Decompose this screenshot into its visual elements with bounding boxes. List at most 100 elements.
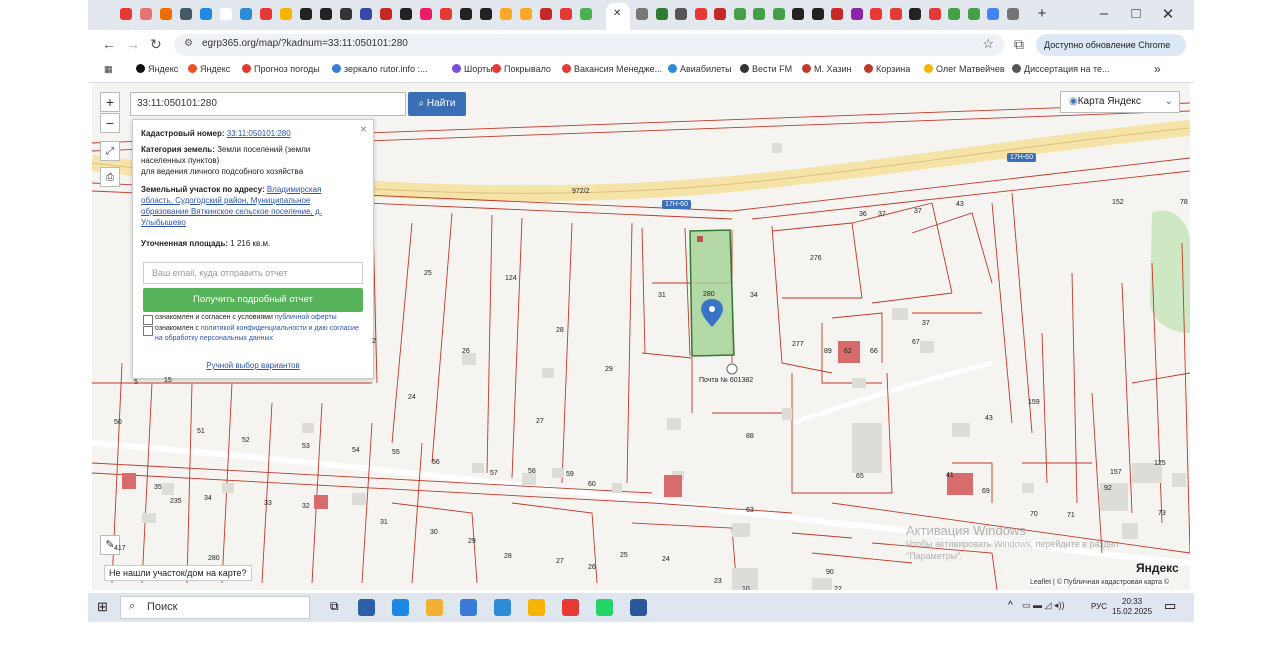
taskbar-app-icon[interactable] [596, 599, 613, 616]
tab-favicon-icon[interactable] [280, 8, 292, 20]
taskbar-app-icon[interactable] [426, 599, 443, 616]
taskbar-app-icon[interactable] [562, 599, 579, 616]
tab-favicon-icon[interactable] [928, 8, 941, 20]
tab-active[interactable]: ✕ [606, 3, 630, 30]
tab-favicon-icon[interactable] [655, 8, 668, 20]
tab-favicon-icon[interactable] [540, 8, 552, 20]
tab-favicon-icon[interactable] [520, 8, 532, 20]
tab-favicon-icon[interactable] [753, 8, 765, 20]
taskbar-app-icon[interactable] [392, 599, 409, 616]
tab-favicon-icon[interactable] [580, 8, 592, 20]
tab-favicon-icon[interactable] [560, 8, 572, 20]
tab-favicon-icon[interactable] [140, 8, 152, 20]
bookmark-item[interactable]: зеркало rutor.info :... [332, 64, 428, 74]
chrome-update-button[interactable]: Доступно обновление Chrome [1036, 34, 1186, 56]
forward-icon[interactable]: → [126, 36, 140, 52]
find-button[interactable]: ⌕ Найти [408, 92, 466, 116]
bookmark-item[interactable]: Вакансия Менедже... [562, 64, 662, 74]
email-field[interactable]: Ваш email, куда отправить отчет [143, 262, 363, 284]
bookmark-item[interactable]: Шорты [452, 64, 493, 74]
tab-favicon-icon[interactable] [811, 8, 824, 20]
print-icon[interactable]: ⎙ [100, 167, 120, 187]
bookmarks-more-button[interactable]: » [1154, 62, 1161, 76]
tab-favicon-icon[interactable] [340, 8, 352, 20]
language-indicator[interactable]: РУС [1091, 602, 1107, 611]
zoom-in-button[interactable]: + [100, 92, 120, 112]
tab-favicon-icon[interactable] [772, 8, 785, 20]
tab-favicon-icon[interactable] [948, 8, 960, 20]
tab-favicon-icon[interactable] [220, 8, 232, 20]
zoom-out-button[interactable]: − [100, 113, 120, 133]
notification-icon[interactable]: ▭ [1164, 598, 1176, 614]
cadastral-link[interactable]: 33:11:050101:280 [227, 129, 291, 138]
tab-favicon-icon[interactable] [500, 8, 512, 20]
tab-favicon-icon[interactable] [675, 8, 687, 20]
tab-favicon-icon[interactable] [694, 8, 707, 20]
tab-favicon-icon[interactable] [909, 8, 921, 20]
tab-favicon-icon[interactable] [987, 8, 999, 20]
fullscreen-icon[interactable]: ⤢ [100, 141, 120, 161]
get-report-button[interactable]: Получить подробный отчет [143, 288, 363, 312]
tab-favicon-icon[interactable] [240, 8, 252, 20]
tab-favicon-icon[interactable] [870, 8, 882, 20]
cadastral-search-input[interactable]: 33:11:050101:280 [130, 92, 406, 116]
tab-favicon-icon[interactable] [967, 8, 980, 20]
bookmark-item[interactable]: Яндекс [188, 64, 230, 74]
bookmark-item[interactable]: Покрывало [492, 64, 551, 74]
tab-favicon-icon[interactable] [714, 8, 726, 20]
taskbar-app-icon[interactable] [358, 599, 375, 616]
tab-favicon-icon[interactable] [636, 8, 648, 20]
tab-favicon-icon[interactable] [320, 8, 332, 20]
tab-favicon-icon[interactable] [200, 8, 212, 20]
reload-icon[interactable]: ↻ [150, 36, 162, 53]
bookmark-item[interactable]: М. Хазин [802, 64, 852, 74]
tab-favicon-icon[interactable] [160, 8, 172, 20]
tab-favicon-icon[interactable] [850, 8, 863, 20]
close-window-button[interactable]: ✕ [1154, 5, 1182, 23]
bookmark-item[interactable]: Диссертация на те... [1012, 64, 1110, 74]
close-icon[interactable]: × [360, 122, 367, 136]
site-info-icon[interactable]: ⚙ [184, 38, 193, 49]
bookmark-item[interactable]: Яндекс [136, 64, 178, 74]
windows-start-icon[interactable]: ⊞ [97, 599, 108, 615]
new-tab-button[interactable]: + [1028, 5, 1056, 22]
minimize-button[interactable]: – [1090, 5, 1118, 22]
tab-favicon-icon[interactable] [420, 8, 432, 20]
tab-favicon-icon[interactable] [460, 8, 472, 20]
tray-chevron-icon[interactable]: ^ [1008, 600, 1013, 611]
bookmark-item[interactable]: Олег Матвейчев [924, 64, 1005, 74]
consent-privacy-checkbox[interactable] [143, 326, 153, 336]
tab-favicon-icon[interactable] [120, 8, 132, 20]
tab-favicon-icon[interactable] [1006, 8, 1019, 20]
tab-favicon-icon[interactable] [380, 8, 392, 20]
tab-favicon-icon[interactable] [300, 8, 312, 20]
offer-link[interactable]: публичной оферты [275, 314, 337, 321]
tab-close-icon[interactable]: ✕ [613, 8, 621, 19]
bookmark-item[interactable]: Корзина [864, 64, 910, 74]
tab-favicon-icon[interactable] [400, 8, 412, 20]
taskbar-app-icon[interactable] [494, 599, 511, 616]
cadastral-map[interactable]: + − ⤢ ⎙ 33:11:050101:280 ⌕ Найти ◉Карта … [92, 83, 1190, 590]
bookmark-item[interactable]: Вести FM [740, 64, 792, 74]
manual-select-link[interactable]: Ручной выбор вариантов [206, 361, 299, 370]
tab-favicon-icon[interactable] [180, 8, 192, 20]
back-icon[interactable]: ← [102, 36, 116, 52]
consent-offer-checkbox[interactable] [143, 315, 153, 325]
taskbar-app-icon[interactable] [528, 599, 545, 616]
bookmark-item[interactable]: Прогноз погоды [242, 64, 320, 74]
taskbar-app-icon[interactable] [460, 599, 477, 616]
apps-grid-icon[interactable]: ▦ [104, 64, 113, 75]
tab-favicon-icon[interactable] [889, 8, 902, 20]
tab-favicon-icon[interactable] [733, 8, 746, 20]
tab-favicon-icon[interactable] [360, 8, 372, 20]
map-attribution[interactable]: Leaflet | © Публичная кадастровая карта … [1028, 579, 1172, 586]
url-text[interactable]: egrp365.org/map/?kadnum=33:11:050101:280 [202, 38, 408, 49]
extensions-icon[interactable]: ⧉ [1014, 36, 1024, 53]
address-bar[interactable]: ⚙ egrp365.org/map/?kadnum=33:11:050101:2… [174, 34, 1004, 56]
bookmark-item[interactable]: Авиабилеты [668, 64, 732, 74]
taskbar-app-icon[interactable] [630, 599, 647, 616]
taskbar-search[interactable]: ⌕ Поиск [120, 596, 310, 619]
clock[interactable]: 20:33 15.02.2025 [1112, 597, 1152, 617]
tab-favicon-icon[interactable] [792, 8, 804, 20]
map-layer-select[interactable]: ◉Карта Яндекс ⌄ [1060, 91, 1180, 113]
